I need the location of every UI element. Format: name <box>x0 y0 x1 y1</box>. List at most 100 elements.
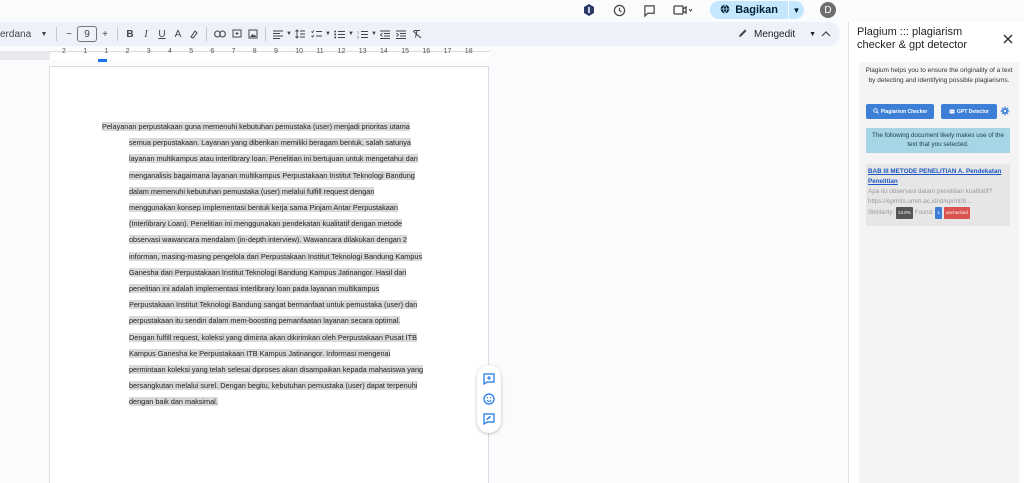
selected-text[interactable]: Ganesha dan Perpustakaan Institut Teknol… <box>129 267 407 277</box>
selected-text[interactable]: perpustakaan itu sendiri dalam mem-boost… <box>129 316 401 326</box>
gpt-detector-button[interactable]: GPT Detector <box>941 104 997 119</box>
font-dropdown-icon[interactable]: ▼ <box>36 24 52 44</box>
selected-text[interactable]: dalam memenuhi kebutuhan pemustaka (user… <box>129 186 375 196</box>
link-icon[interactable] <box>211 24 229 44</box>
selected-text[interactable]: Pelayanan perpustakaan guna memenuhi keb… <box>102 122 410 131</box>
meet-video-icon[interactable] <box>672 3 694 17</box>
document-line[interactable]: bersangkutan melalui surel. Dengan begit… <box>102 378 436 394</box>
selected-text[interactable]: menggunakan konsep implementasi bentuk k… <box>129 203 398 213</box>
decrease-indent-icon[interactable] <box>377 24 393 44</box>
document-line[interactable]: menggunakan konsep implementasi bentuk k… <box>102 200 436 216</box>
selected-text[interactable]: penelitian ini adalah implementasi inter… <box>129 284 380 294</box>
share-dropdown-icon[interactable]: ▼ <box>788 1 804 19</box>
selected-text[interactable]: bersangkutan melalui surel. Dengan begit… <box>129 381 418 391</box>
checklist-icon[interactable] <box>308 24 325 44</box>
comments-icon[interactable] <box>642 3 656 17</box>
close-icon[interactable] <box>1003 32 1013 47</box>
plagiarism-checker-button[interactable]: Plagiarism Checker <box>866 104 934 119</box>
document-line[interactable]: perpustakaan itu sendiri dalam mem-boost… <box>102 313 436 329</box>
emoji-reaction-icon[interactable] <box>482 392 496 406</box>
selected-text[interactable]: permintaan koleksi yang telah selesai di… <box>129 365 424 375</box>
selected-text[interactable]: menganalisis bagaimana layanan multikamp… <box>129 170 415 180</box>
share-group: Bagikan ▼ <box>710 1 804 19</box>
selected-text[interactable]: (Interlibrary Loan). Penelitian ini meng… <box>129 219 403 229</box>
text-color-button[interactable]: A <box>170 24 186 44</box>
bulleted-list-icon[interactable] <box>331 24 348 44</box>
font-size-input[interactable]: 9 <box>77 26 97 42</box>
selected-text[interactable]: Kampus Ganesha ke Perpustakaan ITB Kampu… <box>129 348 391 358</box>
globe-icon <box>720 4 730 17</box>
selected-text[interactable]: informan, masing-masing pengelola dari P… <box>129 251 423 261</box>
ruler[interactable]: 2 1 1 2 3 4 5 6 7 8 9 10 11 12 13 14 15 16 17 18 <box>0 48 848 62</box>
document-line[interactable]: permintaan koleksi yang telah selesai di… <box>102 362 436 378</box>
font-select[interactable]: erdana <box>0 24 36 44</box>
ruler-number: 6 <box>210 48 215 55</box>
document-line[interactable]: semua perpustakaan. Layanan yang diberik… <box>102 135 436 151</box>
document-line[interactable]: dengan baik dan maksimal. <box>102 394 436 410</box>
selected-text[interactable]: layanan multikampus atau interlibrary lo… <box>129 154 418 164</box>
numbered-list-icon[interactable]: 12 <box>354 24 371 44</box>
line-spacing-icon[interactable] <box>292 24 308 44</box>
document-line[interactable]: Dengan fulfill request, koleksi yang dim… <box>102 330 436 346</box>
document-line[interactable]: dalam memenuhi kebutuhan pemustaka (user… <box>102 184 436 200</box>
increase-font-size-button[interactable]: + <box>97 24 113 44</box>
document-line[interactable]: menganalisis bagaimana layanan multikamp… <box>102 168 436 184</box>
selected-text[interactable]: Dengan fulfill request, koleksi yang dim… <box>129 332 417 342</box>
status-badge[interactable]: unchecked <box>943 207 970 219</box>
result-meta: Similarity: 13.8% Found: 1 unchecked <box>868 207 1008 219</box>
document-line[interactable]: Ganesha dan Perpustakaan Institut Teknol… <box>102 265 436 281</box>
found-label: Found: <box>914 210 934 216</box>
top-bar: Bagikan ▼ D <box>0 0 848 20</box>
chevron-down-icon: ▼ <box>809 30 817 38</box>
collapse-menu-icon[interactable] <box>818 24 834 44</box>
similarity-label: Similarity: <box>868 210 895 216</box>
italic-button[interactable]: I <box>138 24 154 44</box>
divider <box>117 27 118 41</box>
ruler-margin-left <box>0 51 50 60</box>
document-canvas[interactable]: Pelayanan perpustakaan guna memenuhi keb… <box>0 62 848 483</box>
document-line[interactable]: layanan multikampus atau interlibrary lo… <box>102 151 436 167</box>
divider <box>265 27 266 41</box>
underline-button[interactable]: U <box>154 24 170 44</box>
bold-button[interactable]: B <box>122 24 138 44</box>
result-title-link[interactable]: BAB III METODE PENELITIAN A. Pendekatan … <box>868 167 1008 187</box>
document-line[interactable]: Pelayanan perpustakaan guna memenuhi keb… <box>102 119 436 135</box>
document-line[interactable]: observasi wawancara mendalam (in-depth i… <box>102 232 436 248</box>
ruler-number: 2 <box>125 48 130 55</box>
document-page[interactable]: Pelayanan perpustakaan guna memenuhi keb… <box>49 66 489 483</box>
document-line[interactable]: informan, masing-masing pengelola dari P… <box>102 249 436 265</box>
avatar[interactable]: D <box>820 2 836 18</box>
document-line[interactable]: penelitian ini adalah implementasi inter… <box>102 281 436 297</box>
highlight-icon[interactable] <box>186 24 202 44</box>
align-left-icon[interactable] <box>270 24 286 44</box>
selected-text[interactable]: observasi wawancara mendalam (in-depth i… <box>129 235 407 245</box>
add-comment-icon[interactable] <box>229 24 245 44</box>
gpt-detector-label: GPT Detector <box>957 108 989 115</box>
history-icon[interactable] <box>612 3 626 17</box>
increase-indent-icon[interactable] <box>393 24 409 44</box>
ruler-number: 11 <box>316 48 324 55</box>
selected-text[interactable]: dengan baik dan maksimal. <box>129 397 218 407</box>
insert-image-icon[interactable] <box>245 24 261 44</box>
ruler-number: 10 <box>295 48 303 55</box>
ruler-number: 2 <box>62 48 66 55</box>
selected-text[interactable]: Perpustakaan Institut Teknologi Bandung … <box>129 300 418 310</box>
add-comment-icon[interactable] <box>482 372 496 386</box>
share-button[interactable]: Bagikan <box>710 1 788 19</box>
ruler-number: 1 <box>83 48 88 55</box>
result-url[interactable]: https://eprints.umm.ac.id/id/eprint/8... <box>868 197 1008 207</box>
document-line[interactable]: Kampus Ganesha ke Perpustakaan ITB Kampu… <box>102 346 436 362</box>
svg-text:1: 1 <box>357 30 359 34</box>
clear-formatting-icon[interactable] <box>409 24 425 44</box>
document-line[interactable]: Perpustakaan Institut Teknologi Bandung … <box>102 297 436 313</box>
document-line[interactable]: (Interlibrary Loan). Penelitian ini meng… <box>102 216 436 232</box>
gear-icon[interactable] <box>1000 106 1010 119</box>
gemini-icon[interactable] <box>582 3 596 17</box>
robot-icon <box>949 108 955 116</box>
svg-text:2: 2 <box>357 35 359 39</box>
suggest-edit-icon[interactable] <box>482 412 496 426</box>
document-body[interactable]: Pelayanan perpustakaan guna memenuhi keb… <box>102 119 436 411</box>
selected-text[interactable]: semua perpustakaan. Layanan yang diberik… <box>129 138 411 148</box>
decrease-font-size-button[interactable]: − <box>61 24 77 44</box>
editing-mode-select[interactable]: Mengedit ▼ <box>730 24 824 44</box>
